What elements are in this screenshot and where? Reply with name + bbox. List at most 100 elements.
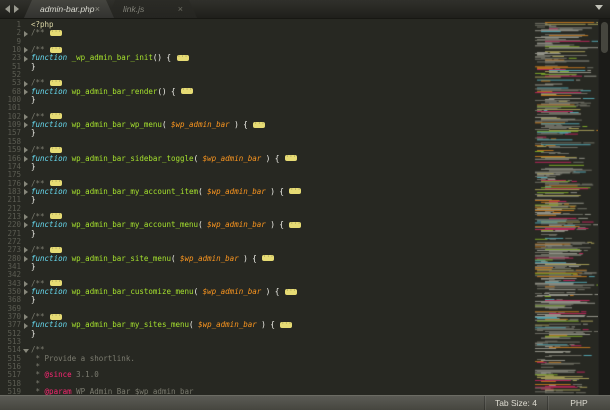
fold-ellipsis-box[interactable]: [50, 280, 62, 286]
code-text[interactable]: }: [31, 129, 532, 137]
code-text[interactable]: }: [31, 230, 532, 238]
fold-ellipsis-box[interactable]: [50, 30, 62, 36]
code-text[interactable]: }: [31, 63, 532, 71]
fold-toggle[interactable]: [21, 355, 31, 363]
fold-ellipsis-box[interactable]: [50, 47, 62, 53]
fold-toggle[interactable]: [21, 21, 31, 29]
tab-close-icon[interactable]: ×: [178, 5, 183, 14]
code-text[interactable]: * @since 3.1.0: [31, 371, 532, 379]
fold-toggle[interactable]: [21, 338, 31, 346]
fold-toggle[interactable]: [21, 280, 31, 288]
fold-toggle[interactable]: [21, 180, 31, 188]
code-text[interactable]: function wp_admin_bar_my_account_item( $…: [31, 188, 532, 196]
code-text[interactable]: function wp_admin_bar_site_menu( $wp_adm…: [31, 255, 532, 263]
fold-toggle[interactable]: [21, 263, 31, 271]
fold-toggle[interactable]: [21, 146, 31, 154]
code-text[interactable]: }: [31, 96, 532, 104]
fold-toggle[interactable]: [21, 321, 31, 329]
code-text[interactable]: [31, 271, 532, 279]
fold-toggle[interactable]: [21, 188, 31, 196]
code-text[interactable]: [31, 305, 532, 313]
code-text[interactable]: function wp_admin_bar_sidebar_toggle( $w…: [31, 155, 532, 163]
code-text[interactable]: }: [31, 296, 532, 304]
fold-ellipsis-box[interactable]: [285, 289, 297, 295]
fold-toggle[interactable]: [21, 271, 31, 279]
fold-toggle[interactable]: [21, 288, 31, 296]
code-text[interactable]: [31, 205, 532, 213]
code-text[interactable]: }: [31, 263, 532, 271]
tab-scroll-right-icon[interactable]: [14, 5, 19, 13]
code-text[interactable]: [31, 138, 532, 146]
code-text[interactable]: [31, 171, 532, 179]
code-text[interactable]: }: [31, 196, 532, 204]
tab-admin-bar-php[interactable]: admin-bar.php ×: [24, 0, 114, 18]
fold-toggle[interactable]: [21, 113, 31, 121]
fold-toggle[interactable]: [21, 213, 31, 221]
minimap-canvas[interactable]: [532, 21, 598, 395]
code-text[interactable]: [31, 38, 532, 46]
fold-ellipsis-box[interactable]: [50, 80, 62, 86]
fold-ellipsis-box[interactable]: [50, 180, 62, 186]
fold-ellipsis-box[interactable]: [50, 314, 62, 320]
code-text[interactable]: * @param WP_Admin_Bar $wp_admin_bar: [31, 388, 532, 395]
code-text[interactable]: function wp_admin_bar_render() {: [31, 88, 532, 96]
code-text[interactable]: <?php: [31, 21, 532, 29]
fold-toggle[interactable]: [21, 221, 31, 229]
fold-toggle[interactable]: [21, 246, 31, 254]
fold-toggle[interactable]: [21, 155, 31, 163]
code-text[interactable]: }: [31, 163, 532, 171]
fold-toggle[interactable]: [21, 129, 31, 137]
fold-ellipsis-box[interactable]: [285, 155, 297, 161]
fold-ellipsis-box[interactable]: [181, 88, 193, 94]
fold-toggle[interactable]: [21, 305, 31, 313]
tab-scroll-left-icon[interactable]: [5, 5, 10, 13]
code-text[interactable]: * Provide a shortlink.: [31, 355, 532, 363]
fold-toggle[interactable]: [21, 121, 31, 129]
fold-toggle[interactable]: [21, 88, 31, 96]
code-text[interactable]: function wp_admin_bar_customize_menu( $w…: [31, 288, 532, 296]
status-item[interactable]: PHP: [547, 396, 610, 410]
tab-link-js[interactable]: link.js ×: [107, 0, 197, 18]
vertical-scrollbar[interactable]: [598, 19, 610, 395]
fold-ellipsis-box[interactable]: [177, 55, 189, 61]
fold-toggle[interactable]: [21, 171, 31, 179]
fold-ellipsis-box[interactable]: [50, 147, 62, 153]
fold-toggle[interactable]: [21, 330, 31, 338]
fold-toggle[interactable]: [21, 296, 31, 304]
fold-toggle[interactable]: [21, 38, 31, 46]
fold-ellipsis-box[interactable]: [50, 213, 62, 219]
fold-toggle[interactable]: [21, 238, 31, 246]
code-text[interactable]: *: [31, 363, 532, 371]
code-text[interactable]: [31, 71, 532, 79]
status-item[interactable]: Tab Size: 4: [484, 396, 547, 410]
code-text[interactable]: [31, 104, 532, 112]
fold-toggle[interactable]: [21, 138, 31, 146]
code-text[interactable]: }: [31, 330, 532, 338]
fold-ellipsis-box[interactable]: [50, 113, 62, 119]
fold-toggle[interactable]: [21, 255, 31, 263]
fold-toggle[interactable]: [21, 205, 31, 213]
fold-toggle[interactable]: [21, 371, 31, 379]
code-text[interactable]: function wp_admin_bar_my_sites_menu( $wp…: [31, 321, 532, 329]
code-text[interactable]: function wp_admin_bar_my_account_menu( $…: [31, 221, 532, 229]
fold-ellipsis-box[interactable]: [289, 188, 301, 194]
code-text[interactable]: /**: [31, 29, 532, 37]
code-text[interactable]: function _wp_admin_bar_init() {: [31, 54, 532, 62]
fold-toggle[interactable]: [21, 196, 31, 204]
fold-toggle[interactable]: [21, 388, 31, 395]
code-text[interactable]: function wp_admin_bar_wp_menu( $wp_admin…: [31, 121, 532, 129]
fold-ellipsis-box[interactable]: [253, 122, 265, 128]
tab-close-icon[interactable]: ×: [95, 5, 100, 14]
code-text[interactable]: [31, 338, 532, 346]
fold-toggle[interactable]: [21, 54, 31, 62]
fold-toggle[interactable]: [21, 71, 31, 79]
fold-toggle[interactable]: [21, 230, 31, 238]
fold-toggle[interactable]: [21, 163, 31, 171]
vertical-scrollbar-thumb[interactable]: [601, 22, 608, 53]
fold-toggle[interactable]: [21, 63, 31, 71]
fold-toggle[interactable]: [21, 104, 31, 112]
fold-toggle[interactable]: [21, 380, 31, 388]
tab-overflow-icon[interactable]: [595, 5, 603, 10]
fold-toggle[interactable]: [21, 29, 31, 37]
fold-toggle[interactable]: [21, 46, 31, 54]
